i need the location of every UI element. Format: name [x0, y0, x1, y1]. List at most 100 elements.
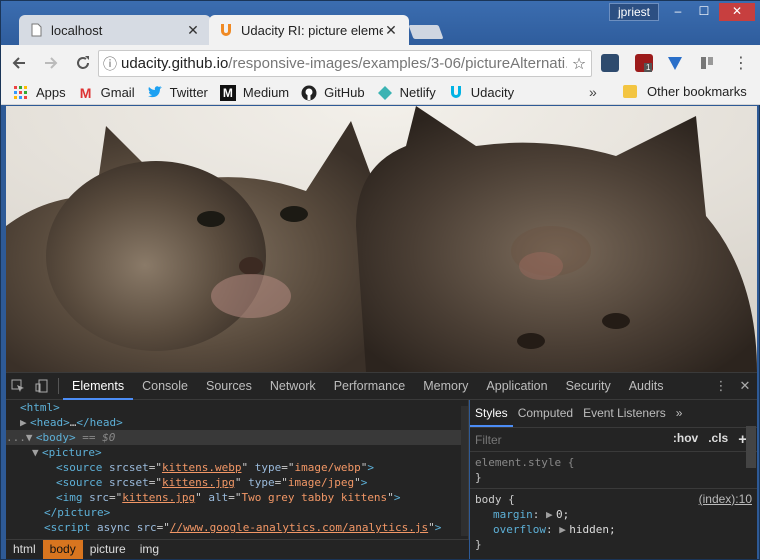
ublock-extension-icon[interactable]: 1	[635, 54, 653, 72]
tab-network[interactable]: Network	[261, 373, 325, 400]
shield-extension-icon[interactable]	[666, 54, 684, 72]
bookmark-apps[interactable]: Apps	[13, 85, 66, 101]
maximize-button[interactable]: ☐	[691, 3, 717, 21]
forward-button[interactable]	[37, 49, 65, 77]
tab-strip: localhost ✕ Udacity RI: picture eleme ✕ …	[1, 1, 760, 45]
tab-application[interactable]: Application	[477, 373, 556, 400]
bookmark-twitter[interactable]: Twitter	[147, 85, 208, 101]
collapse-triangle-icon[interactable]: ▼	[32, 445, 42, 460]
tab-udacity[interactable]: Udacity RI: picture eleme ✕	[209, 15, 409, 45]
tab-event-listeners[interactable]: Event Listeners	[578, 400, 671, 427]
gmail-icon: M	[79, 84, 92, 101]
dom-node-head[interactable]: ▶ <head>…</head>	[6, 415, 468, 430]
expand-triangle-icon[interactable]: ▶	[546, 507, 556, 522]
close-tab-icon[interactable]: ✕	[185, 22, 201, 39]
bookmarks-overflow-button[interactable]: »	[589, 84, 597, 100]
bookmark-udacity[interactable]: Udacity	[448, 85, 514, 101]
bookmark-label: Medium	[242, 85, 290, 100]
bookmark-gmail[interactable]: M Gmail	[78, 85, 135, 101]
bookmark-star-icon[interactable]: ☆	[567, 54, 591, 74]
hov-toggle[interactable]: :hov	[673, 431, 698, 448]
bookmark-label: Twitter	[169, 85, 208, 100]
apps-grid-icon	[13, 85, 29, 101]
tab-performance[interactable]: Performance	[325, 373, 415, 400]
crumb-html[interactable]: html	[6, 540, 43, 559]
dom-node-picture-close[interactable]: </picture>	[6, 505, 468, 520]
filter-input[interactable]: Filter	[475, 433, 502, 447]
bookmark-label: Gmail	[100, 85, 135, 100]
tab-title: Udacity RI: picture eleme	[241, 22, 383, 38]
tab-elements[interactable]: Elements	[63, 373, 134, 400]
back-button[interactable]	[5, 49, 33, 77]
info-icon[interactable]: ⓘ	[99, 54, 121, 74]
crumb-img[interactable]: img	[133, 540, 166, 559]
udacity-extension-icon[interactable]	[601, 54, 619, 72]
rule-source-link[interactable]: (index):10	[699, 492, 752, 507]
bookmark-netlify[interactable]: Netlify	[377, 85, 436, 101]
bookmark-github[interactable]: GitHub	[301, 85, 365, 101]
inspect-element-icon[interactable]	[6, 373, 30, 400]
bookmark-medium[interactable]: M Medium	[219, 84, 290, 101]
dom-node-script[interactable]: <script async src="//www.google-analytic…	[6, 520, 468, 535]
device-toolbar-icon[interactable]	[30, 373, 54, 400]
crumb-picture[interactable]: picture	[83, 540, 133, 559]
profile-button[interactable]: jpriest	[609, 3, 660, 21]
reload-button[interactable]	[69, 49, 97, 77]
styles-scrollbar[interactable]	[746, 426, 756, 468]
bookmark-label: GitHub	[324, 85, 365, 100]
kittens-image	[6, 106, 757, 372]
tab-security[interactable]: Security	[557, 373, 620, 400]
styles-filter[interactable]: Filter :hov .cls +	[470, 428, 757, 452]
dom-node-source-jpeg[interactable]: <source srcset="kittens.jpg" type="image…	[6, 475, 468, 490]
new-tab-button[interactable]	[408, 25, 444, 39]
expand-triangle-icon[interactable]: ▶	[559, 522, 569, 537]
tab-sources[interactable]: Sources	[197, 373, 261, 400]
bookmark-label: Apps	[36, 85, 66, 100]
crumb-body[interactable]: body	[42, 540, 83, 559]
style-prop-overflow[interactable]: overflow: ▶ hidden;	[475, 522, 752, 537]
minimize-button[interactable]: –	[665, 3, 691, 21]
devtools-menu-icon[interactable]: ⋮	[709, 373, 733, 400]
page-icon	[29, 23, 43, 37]
dom-node-source-webp[interactable]: <source srcset="kittens.webp" type="imag…	[6, 460, 468, 475]
styles-pane: Styles Computed Event Listeners » Filter…	[470, 400, 757, 559]
dom-node-html[interactable]: <html>	[6, 400, 468, 415]
address-bar[interactable]: ⓘ udacity.github.io/responsive-images/ex…	[98, 50, 592, 77]
github-icon	[301, 85, 317, 101]
medium-icon: M	[219, 84, 236, 101]
readlater-extension-icon[interactable]	[698, 54, 716, 72]
bookmark-label: Udacity	[470, 85, 515, 100]
cls-toggle[interactable]: .cls	[708, 431, 728, 448]
tab-computed[interactable]: Computed	[513, 400, 578, 427]
tab-audits[interactable]: Audits	[620, 373, 673, 400]
folder-icon	[623, 85, 637, 98]
body-style-rule[interactable]: body {(index):10 margin: ▶ 0; overflow: ▶…	[470, 489, 757, 555]
close-tab-icon[interactable]: ✕	[383, 22, 399, 39]
divider	[58, 378, 59, 394]
tab-localhost[interactable]: localhost ✕	[19, 15, 211, 45]
tab-console[interactable]: Console	[133, 373, 197, 400]
url-path: /responsive-images/examples/3-06/picture…	[228, 55, 567, 72]
browser-toolbar: ⓘ udacity.github.io/responsive-images/ex…	[1, 45, 760, 81]
twitter-icon	[147, 85, 163, 101]
dom-node-picture[interactable]: ▼ <picture>	[6, 445, 468, 460]
url-text: udacity.github.io/responsive-images/exam…	[121, 55, 567, 72]
chrome-menu-icon[interactable]: ⋮	[733, 53, 749, 73]
netlify-icon	[377, 85, 393, 101]
style-prop-margin[interactable]: margin: ▶ 0;	[475, 507, 752, 522]
tab-memory[interactable]: Memory	[414, 373, 477, 400]
elements-scrollbar[interactable]	[461, 406, 468, 536]
close-devtools-icon[interactable]: ✕	[733, 373, 757, 400]
element-style-rule[interactable]: element.style { }	[470, 452, 757, 489]
extension-badge: 1	[644, 63, 653, 72]
dom-node-img[interactable]: <img src="kittens.jpg" alt="Two grey tab…	[6, 490, 468, 505]
expand-triangle-icon[interactable]: ▶	[20, 415, 30, 430]
collapse-triangle-icon[interactable]: ▼	[26, 430, 36, 445]
styles-overflow-button[interactable]: »	[671, 400, 688, 427]
dom-node-body[interactable]: ...▼ <body> == $0	[6, 430, 468, 445]
page-viewport	[6, 106, 757, 372]
tab-styles[interactable]: Styles	[470, 400, 513, 427]
close-window-button[interactable]: ✕	[719, 3, 755, 21]
other-bookmarks-folder[interactable]: Other bookmarks	[623, 84, 747, 99]
breadcrumb: html body picture img	[6, 539, 469, 559]
